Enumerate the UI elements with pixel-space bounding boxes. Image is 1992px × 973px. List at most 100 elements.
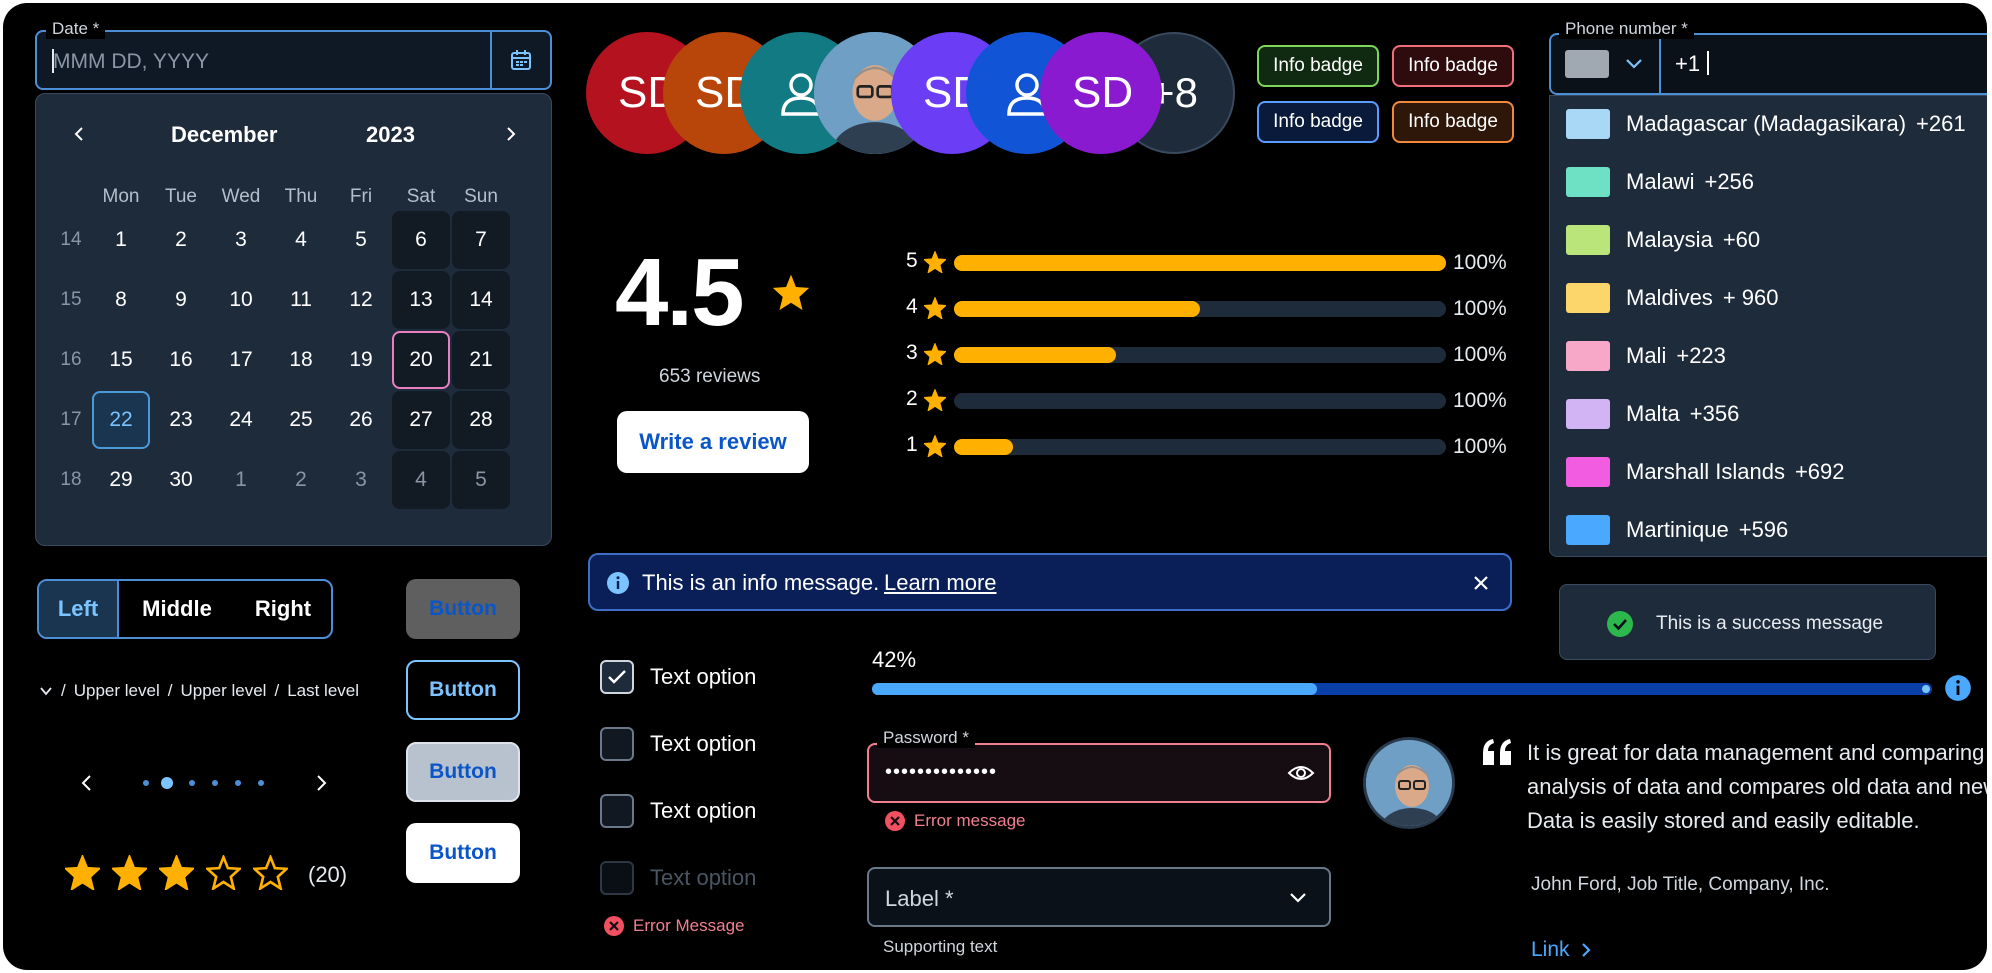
calendar-day[interactable]: 8: [92, 271, 150, 329]
checkbox[interactable]: [600, 794, 634, 828]
pager-dot[interactable]: [235, 780, 241, 786]
prev-month-button[interactable]: [64, 118, 96, 150]
label-select[interactable]: Label *: [867, 867, 1331, 927]
rating-star[interactable]: [63, 853, 102, 895]
calendar-day[interactable]: 3: [212, 211, 270, 269]
pager-dot[interactable]: [258, 780, 264, 786]
pager-next-icon[interactable]: [313, 774, 329, 792]
country-code: +356: [1689, 401, 1740, 426]
calendar-day[interactable]: 19: [332, 331, 390, 389]
rating-star[interactable]: [251, 853, 290, 895]
calendar-day[interactable]: 4: [272, 211, 330, 269]
country-option[interactable]: Malta +356: [1566, 399, 1739, 429]
calendar-day[interactable]: 15: [92, 331, 150, 389]
segment-left[interactable]: Left: [39, 581, 119, 637]
calendar-day[interactable]: 16: [152, 331, 210, 389]
button-secondary[interactable]: Button: [406, 742, 520, 802]
calendar-day[interactable]: 27: [392, 391, 450, 449]
calendar-day[interactable]: 2: [152, 211, 210, 269]
week-number: 17: [60, 409, 82, 430]
calendar-month[interactable]: December: [171, 122, 277, 148]
calendar-day[interactable]: 10: [212, 271, 270, 329]
password-input[interactable]: ••••••••••••••: [867, 743, 1331, 803]
info-message-text: This is an info message.: [642, 570, 880, 595]
pager-dot[interactable]: [161, 777, 173, 789]
country-option[interactable]: Martinique +596: [1566, 515, 1788, 545]
calendar-day[interactable]: 24: [212, 391, 270, 449]
calendar-day[interactable]: 25: [272, 391, 330, 449]
weekday-label: Mon: [102, 186, 140, 207]
checkbox[interactable]: [600, 660, 634, 694]
country-option[interactable]: Malawi +256: [1566, 167, 1754, 197]
calendar-day[interactable]: 13: [392, 271, 450, 329]
country-option[interactable]: Mali +223: [1566, 341, 1726, 371]
testimonial-link[interactable]: Link: [1531, 938, 1592, 962]
breadcrumb: / Upper level / Upper level / Last level: [39, 681, 359, 701]
calendar-day[interactable]: 21: [452, 331, 510, 389]
star-icon: [924, 297, 946, 319]
country-option[interactable]: Marshall Islands +692: [1566, 457, 1845, 487]
chevron-down-icon[interactable]: [39, 684, 53, 698]
calendar-day[interactable]: 11: [272, 271, 330, 329]
calendar-day[interactable]: 5: [452, 451, 510, 509]
button-disabled[interactable]: Button: [406, 579, 520, 639]
calendar-day[interactable]: 7: [452, 211, 510, 269]
calendar-day[interactable]: 4: [392, 451, 450, 509]
calendar-day[interactable]: 14: [452, 271, 510, 329]
country-option[interactable]: Madagascar (Madagasikara) +261: [1566, 109, 1966, 139]
calendar-day[interactable]: 30: [152, 451, 210, 509]
country-option[interactable]: Maldives + 960: [1566, 283, 1778, 313]
calendar-day[interactable]: 9: [152, 271, 210, 329]
next-month-button[interactable]: [494, 118, 526, 150]
calendar-day[interactable]: 1: [92, 211, 150, 269]
rating-bar-track: [954, 347, 1446, 363]
pager-dot[interactable]: [212, 780, 218, 786]
pager-dot[interactable]: [189, 780, 195, 786]
country-option[interactable]: Malaysia +60: [1566, 225, 1760, 255]
rating-star[interactable]: [110, 853, 149, 895]
eye-icon[interactable]: [1287, 762, 1315, 784]
calendar-day[interactable]: 6: [392, 211, 450, 269]
breadcrumb-item[interactable]: Upper level: [74, 681, 160, 701]
phone-input[interactable]: +1: [1549, 33, 1987, 95]
calendar-day[interactable]: 12: [332, 271, 390, 329]
carousel-pager: [73, 768, 343, 798]
button-outline[interactable]: Button: [406, 660, 520, 720]
checkbox[interactable]: [600, 727, 634, 761]
calendar-button[interactable]: [490, 32, 550, 88]
calendar-day[interactable]: 2: [272, 451, 330, 509]
calendar-day[interactable]: 1: [212, 451, 270, 509]
segment-middle[interactable]: Middle: [119, 581, 235, 637]
calendar-day[interactable]: 26: [332, 391, 390, 449]
info-message-link[interactable]: Learn more: [884, 570, 997, 596]
calendar-day[interactable]: 28: [452, 391, 510, 449]
calendar-day[interactable]: 29: [92, 451, 150, 509]
rating-star[interactable]: [157, 853, 196, 895]
calendar-day[interactable]: 18: [272, 331, 330, 389]
rating-star[interactable]: [204, 853, 243, 895]
country-selector[interactable]: [1551, 35, 1661, 93]
info-icon[interactable]: [1944, 674, 1972, 702]
calendar-day[interactable]: 22: [92, 391, 150, 449]
pager-prev-icon[interactable]: [79, 774, 95, 792]
checkbox-option[interactable]: Text option: [600, 660, 756, 694]
pager-dot[interactable]: [143, 780, 149, 786]
checkbox-option[interactable]: Text option: [600, 727, 756, 761]
write-review-button[interactable]: Write a review: [617, 411, 809, 473]
calendar-day[interactable]: 5: [332, 211, 390, 269]
segment-right[interactable]: Right: [235, 581, 331, 637]
button-primary[interactable]: Button: [406, 823, 520, 883]
date-input[interactable]: MMM DD, YYYY: [35, 30, 552, 90]
close-icon[interactable]: [1472, 574, 1490, 592]
breadcrumb-item[interactable]: Upper level: [180, 681, 266, 701]
link-label[interactable]: Link: [1531, 938, 1570, 962]
country-code: +256: [1704, 169, 1755, 194]
checkbox-option[interactable]: Text option: [600, 794, 756, 828]
calendar-day[interactable]: 3: [332, 451, 390, 509]
calendar-day[interactable]: 23: [152, 391, 210, 449]
rating-row: 5 100%: [906, 249, 1516, 275]
avatar-initials[interactable]: SD: [1040, 32, 1162, 154]
calendar-year[interactable]: 2023: [366, 122, 415, 148]
calendar-day[interactable]: 20: [392, 331, 450, 389]
calendar-day[interactable]: 17: [212, 331, 270, 389]
